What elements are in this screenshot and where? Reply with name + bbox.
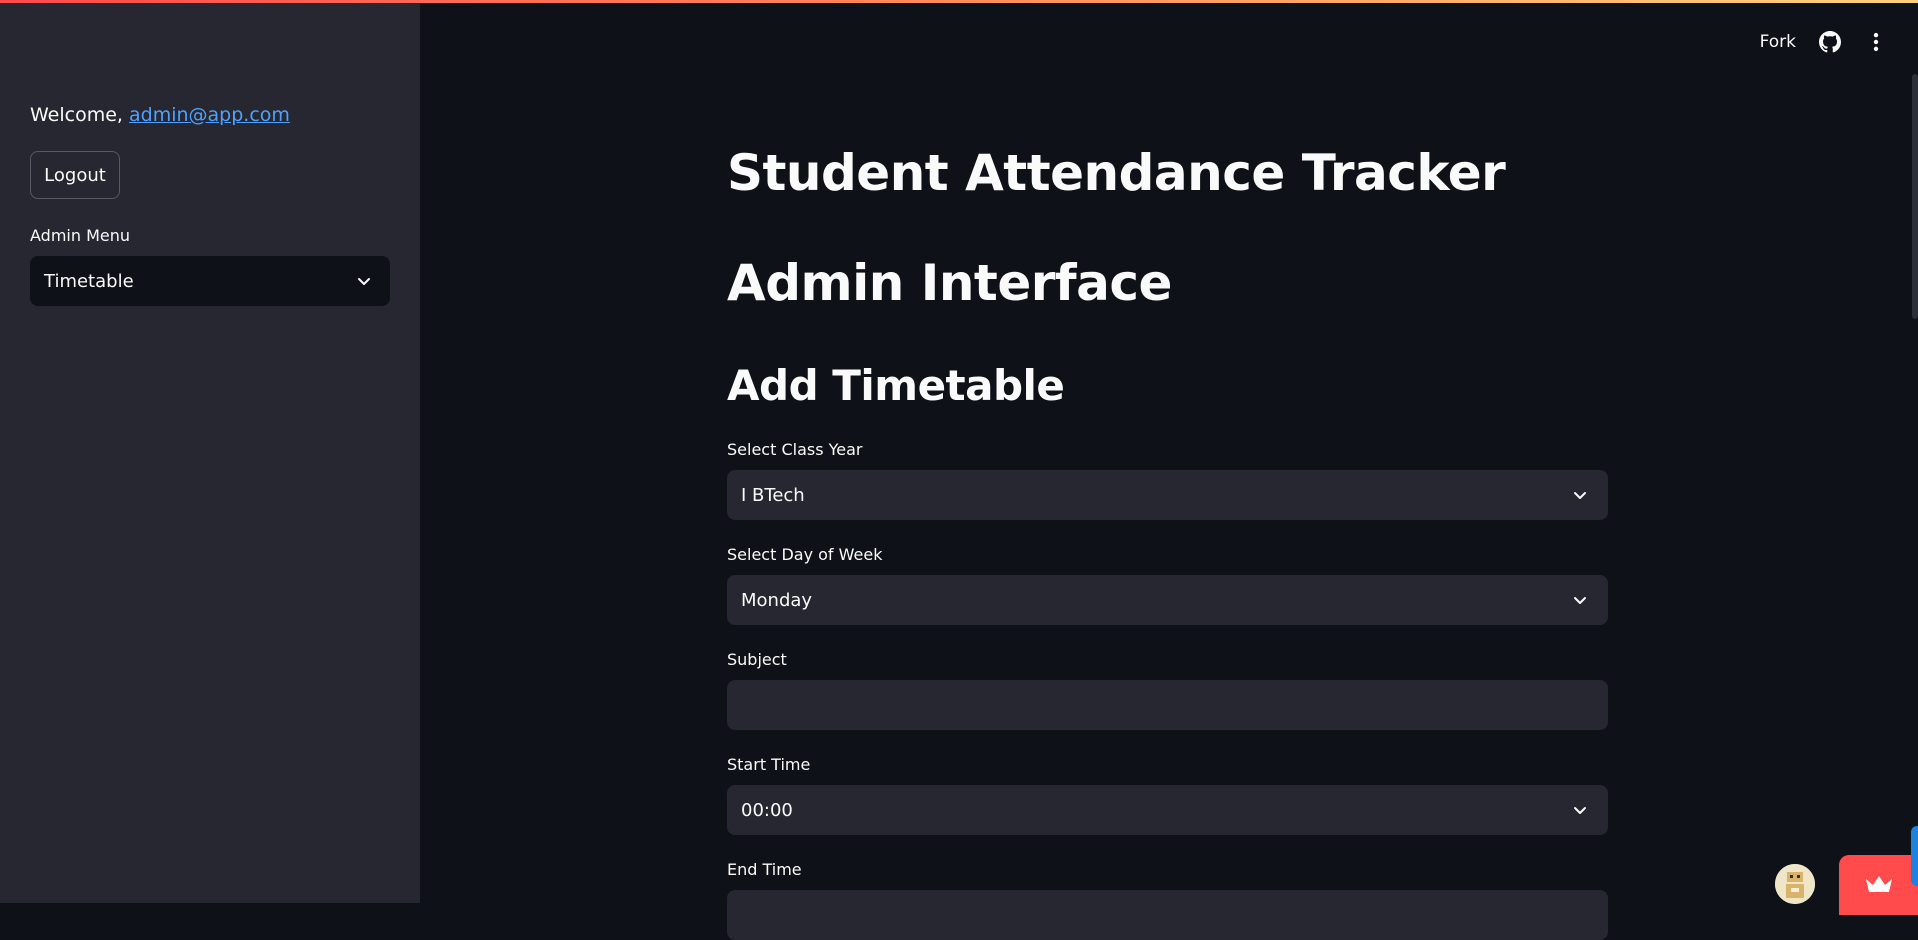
more-vertical-icon[interactable] [1864,30,1888,54]
sidebar: Welcome, admin@app.com Logout Admin Menu… [0,0,420,903]
subject-label: Subject [727,650,787,669]
day-of-week-select[interactable]: Monday [727,575,1608,625]
end-time-label: End Time [727,860,802,879]
welcome-email-link[interactable]: admin@app.com [129,104,290,126]
user-avatar[interactable] [1775,864,1815,904]
fork-link[interactable]: Fork [1760,32,1796,52]
class-year-value: I BTech [741,484,805,506]
section-title: Add Timetable [727,361,1065,410]
day-of-week-label: Select Day of Week [727,545,883,564]
top-decoration-stripe [0,0,1918,3]
page-subtitle: Admin Interface [727,254,1172,312]
start-time-value: 00:00 [741,799,793,821]
subject-input[interactable] [727,680,1608,730]
streamlit-badge[interactable] [1839,855,1918,915]
end-time-select[interactable] [727,890,1608,940]
github-icon[interactable] [1818,30,1842,54]
side-widget-tab[interactable] [1911,826,1918,886]
admin-menu-select[interactable]: Timetable [30,256,390,306]
welcome-prefix: Welcome, [30,104,129,126]
scrollbar-thumb[interactable] [1912,74,1918,319]
logout-button[interactable]: Logout [30,151,120,199]
admin-menu-label: Admin Menu [30,226,131,245]
chevron-down-icon [356,273,372,289]
class-year-label: Select Class Year [727,440,863,459]
chevron-down-icon [1572,592,1588,608]
welcome-message: Welcome, admin@app.com [30,104,290,126]
page-title: Student Attendance Tracker [727,144,1506,202]
chevron-down-icon [1572,802,1588,818]
class-year-select[interactable]: I BTech [727,470,1608,520]
chevron-down-icon [1572,487,1588,503]
header-actions: Fork [1760,30,1888,54]
admin-menu-selected-value: Timetable [44,270,134,292]
start-time-select[interactable]: 00:00 [727,785,1608,835]
crown-icon [1864,873,1894,899]
day-of-week-value: Monday [741,589,813,611]
start-time-label: Start Time [727,755,811,774]
